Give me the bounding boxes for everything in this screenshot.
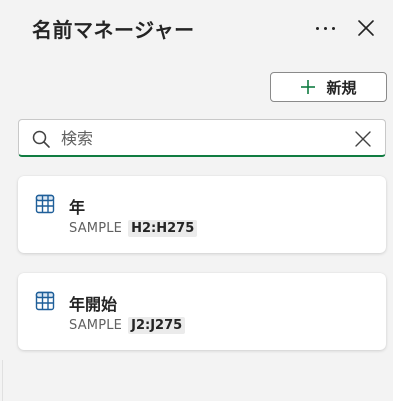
panel-divider <box>2 360 3 401</box>
panel-header: 名前マネージャー <box>0 0 393 58</box>
search-input[interactable] <box>61 124 341 152</box>
name-scope: SAMPLE <box>69 317 123 333</box>
close-icon <box>358 20 374 36</box>
name-range: H2:H275 <box>128 219 198 237</box>
name-scope: SAMPLE <box>69 220 123 236</box>
name-meta: SAMPLE J2:J275 <box>69 316 186 334</box>
name-list-item[interactable]: 年 SAMPLE H2:H275 <box>18 176 386 253</box>
panel-title: 名前マネージャー <box>32 18 195 42</box>
search-icon <box>32 130 50 148</box>
more-horizontal-icon <box>315 26 319 30</box>
table-icon <box>35 194 55 214</box>
more-dot <box>323 26 327 30</box>
new-name-button[interactable]: 新規 <box>270 72 387 102</box>
name-meta: SAMPLE H2:H275 <box>69 219 198 237</box>
name-manager-panel: 名前マネージャー 新規 検索 年 SAMPLE H2:H275 年開始 SAMP… <box>0 0 393 401</box>
new-button-label: 新規 <box>326 78 357 97</box>
name-label: 年開始 <box>69 295 118 314</box>
plus-icon <box>301 80 316 94</box>
search-box[interactable] <box>18 119 386 157</box>
table-icon <box>35 291 55 311</box>
name-list-item[interactable]: 年開始 SAMPLE J2:J275 <box>18 273 386 350</box>
more-options-button[interactable] <box>309 14 341 42</box>
clear-icon[interactable] <box>353 129 373 149</box>
more-dot <box>331 26 335 30</box>
close-button[interactable] <box>352 14 380 42</box>
name-range: J2:J275 <box>128 316 186 334</box>
name-label: 年 <box>69 198 86 217</box>
